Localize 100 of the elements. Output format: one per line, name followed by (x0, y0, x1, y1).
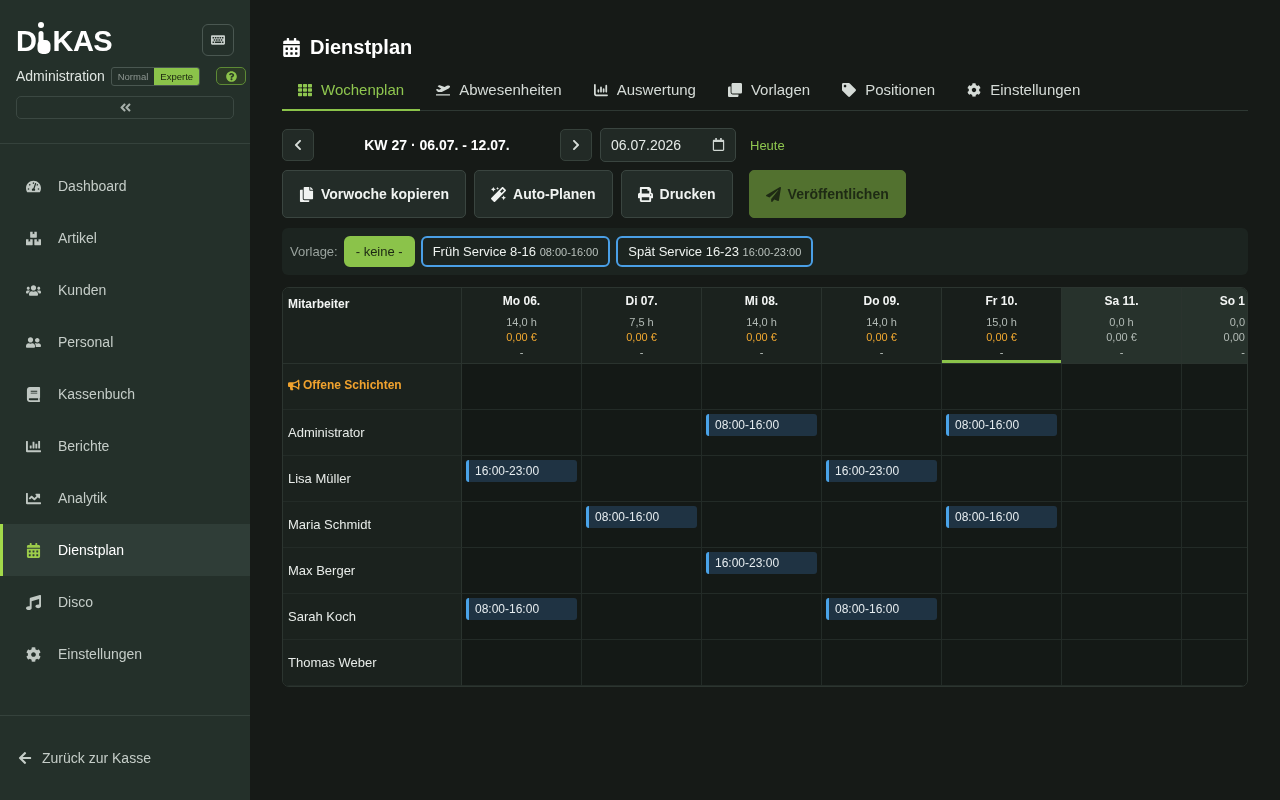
tab[interactable]: Abwesenheiten (420, 70, 578, 111)
shift-block[interactable]: 08:00-16:00 (706, 414, 817, 436)
settings-icon (26, 646, 41, 662)
megaphone-icon (288, 378, 300, 391)
keyboard-button[interactable] (202, 24, 234, 56)
calendar-icon (26, 542, 41, 558)
tab[interactable]: Wochenplan (282, 70, 421, 111)
tab[interactable]: Positionen (826, 70, 952, 111)
book-icon (26, 386, 41, 402)
day-cost: 0,00 € (1106, 330, 1137, 345)
arrow-left-icon (18, 751, 32, 765)
copy-icon (727, 82, 742, 97)
day-label: So 1 (1219, 294, 1245, 308)
bar-chart-icon (593, 82, 608, 97)
copy-icon (299, 186, 314, 202)
day-label: Mo 06. (502, 294, 541, 308)
paper-plane-icon (765, 186, 781, 202)
employee-name: Lisa Müller (288, 471, 351, 486)
date-field[interactable]: 06.07.2026 (600, 128, 736, 162)
day-cost: 0,00 € (746, 330, 777, 345)
day-note: - (1241, 345, 1245, 359)
shift-block[interactable]: 16:00-23:00 (706, 552, 817, 574)
grid-icon (298, 82, 312, 97)
nav-item[interactable]: Dashboard (0, 160, 250, 212)
employee-name: Sarah Koch (288, 609, 356, 624)
day-note: - (759, 345, 764, 359)
template-chip[interactable]: - keine - (343, 236, 415, 267)
nav-item[interactable]: Kassenbuch (0, 368, 250, 420)
settings-icon (967, 82, 982, 97)
open-shifts-label: Offene Schichten (303, 377, 402, 392)
help-button[interactable] (216, 67, 246, 85)
calendar-icon (282, 37, 301, 57)
calendar-icon[interactable] (712, 138, 725, 151)
employee-name: Max Berger (288, 563, 356, 578)
day-cost: 0,00 (1223, 330, 1245, 345)
day-label: Mi 08. (744, 294, 779, 308)
role-label: Administration (16, 68, 105, 84)
template-label: Vorlage: (290, 244, 338, 259)
nav-item[interactable]: Analytik (0, 472, 250, 524)
logo-text: D (16, 27, 37, 56)
chevron-right-icon (570, 139, 582, 151)
nav-item[interactable]: Personal (0, 316, 250, 368)
shift-block[interactable]: 08:00-16:00 (586, 506, 697, 528)
gauge-icon (26, 178, 41, 194)
employee-name: Thomas Weber (288, 655, 377, 670)
day-note: - (999, 345, 1004, 359)
template-chip[interactable]: Spät Service 16-23 16:00-23:00 (616, 236, 814, 267)
day-hours: 14,0 h (746, 315, 777, 329)
pointing-finger-icon (36, 22, 52, 54)
action-button[interactable]: Drucken (620, 170, 733, 218)
nav-item[interactable]: Artikel (0, 212, 250, 264)
mode-toggle-option[interactable]: Experte (154, 67, 200, 85)
previous-week-button[interactable] (282, 129, 314, 161)
tag-icon (842, 82, 857, 97)
shift-block[interactable]: 08:00-16:00 (946, 506, 1057, 528)
action-button[interactable]: Vorwoche kopieren (282, 170, 467, 218)
shift-block[interactable]: 16:00-23:00 (826, 460, 937, 482)
nav-item[interactable]: Berichte (0, 420, 250, 472)
day-hours: 14,0 h (866, 315, 897, 329)
group-icon (26, 282, 41, 298)
shift-block[interactable]: 08:00-16:00 (946, 414, 1057, 436)
template-chip[interactable]: Früh Service 8-16 08:00-16:00 (420, 236, 611, 267)
day-hours: 14,0 h (506, 315, 537, 329)
keyboard-icon (211, 33, 225, 47)
day-cost: 0,00 € (626, 330, 657, 345)
day-cost: 0,00 € (506, 330, 537, 345)
printer-icon (637, 186, 653, 202)
tab[interactable]: Auswertung (577, 70, 712, 111)
music-note-icon (26, 594, 41, 610)
back-link[interactable]: Zurück zur Kasse (18, 750, 151, 766)
employee-name: Administrator (288, 425, 365, 440)
today-link[interactable]: Heute (750, 137, 785, 153)
day-hours: 15,0 h (986, 315, 1017, 329)
action-button[interactable]: Auto-Planen (474, 170, 613, 218)
chevron-left-icon (292, 139, 304, 151)
nav-item[interactable]: Disco (0, 576, 250, 628)
shift-block[interactable]: 08:00-16:00 (826, 598, 937, 620)
nav-item[interactable]: Einstellungen (0, 628, 250, 680)
tab[interactable]: Einstellungen (951, 70, 1097, 111)
day-label: Do 09. (863, 294, 900, 308)
day-cost: 0,00 € (986, 330, 1017, 345)
day-hours: 0,0 (1229, 315, 1245, 329)
shift-block[interactable]: 08:00-16:00 (466, 598, 577, 620)
mode-toggle-option[interactable]: Normal (111, 67, 155, 85)
help-icon (225, 70, 237, 82)
next-week-button[interactable] (560, 129, 592, 161)
tab[interactable]: Vorlagen (711, 70, 827, 111)
shift-block[interactable]: 16:00-23:00 (466, 460, 577, 482)
nav-item[interactable]: Kunden (0, 264, 250, 316)
nav-item[interactable]: Dienstplan (0, 524, 250, 576)
people-icon (26, 334, 41, 350)
magic-wand-icon (491, 186, 507, 202)
week-label: KW 27 · 06.07. - 12.07. (364, 137, 510, 153)
double-chevron-left-icon (118, 101, 132, 114)
day-hours: 7,5 h (629, 315, 654, 329)
plane-icon (436, 82, 451, 97)
day-hours: 0,0 h (1109, 315, 1134, 329)
day-note: - (879, 345, 884, 359)
logo-text: KAS (52, 27, 113, 56)
day-note: - (519, 345, 524, 359)
